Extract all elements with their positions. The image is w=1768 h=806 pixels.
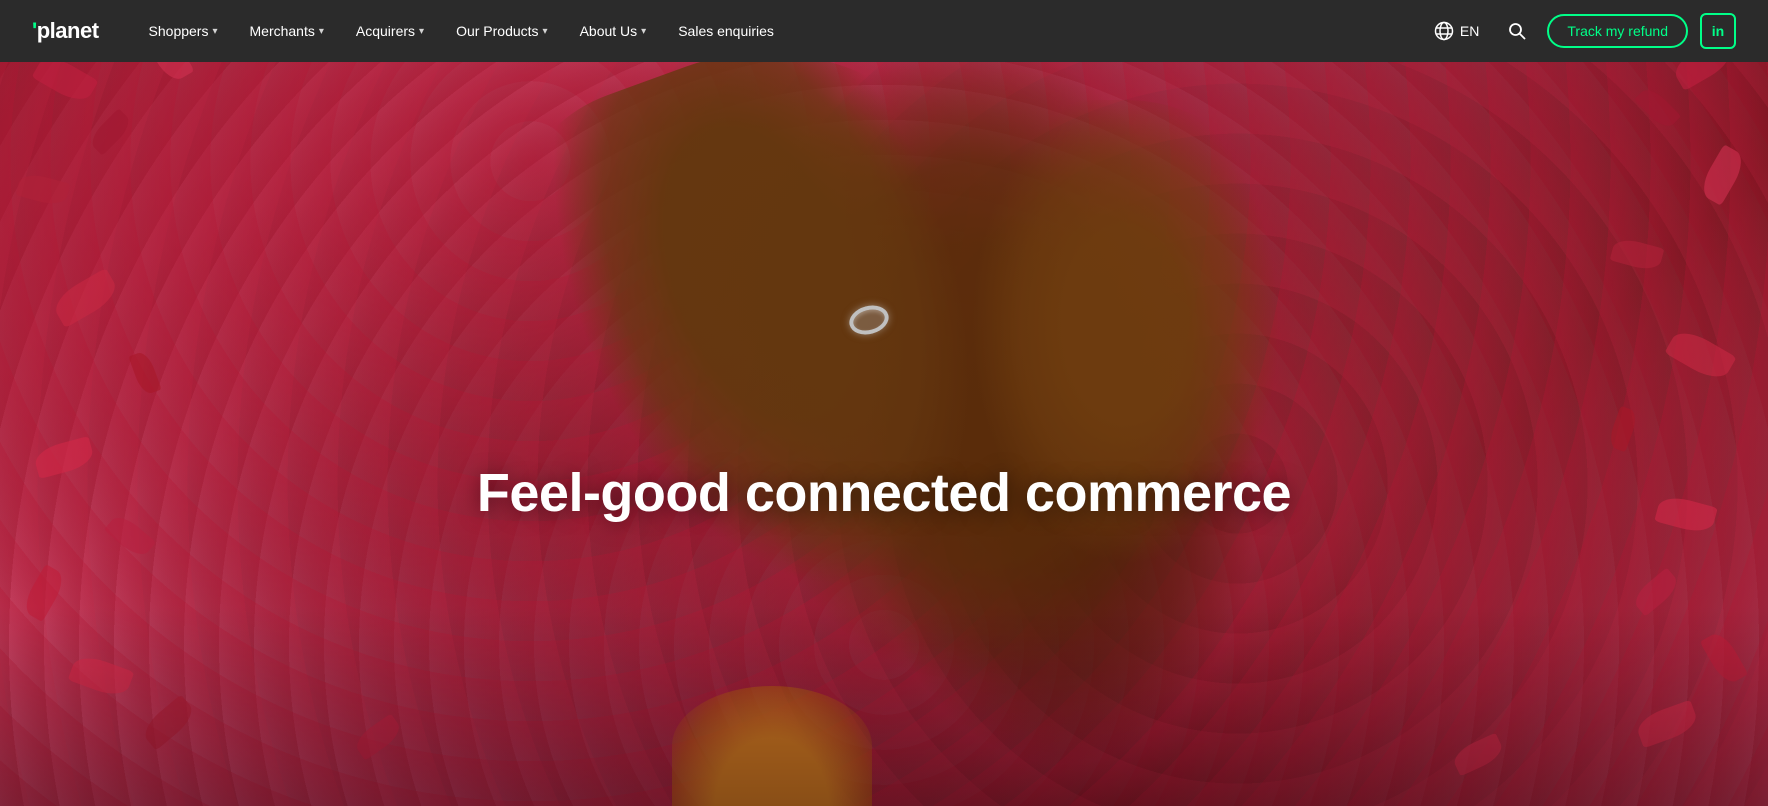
hero-headline: Feel-good connected commerce: [477, 462, 1291, 524]
linkedin-button[interactable]: in: [1700, 13, 1736, 49]
hero-background: [0, 0, 1768, 806]
hero-face: [926, 100, 1326, 600]
nav-item-merchants[interactable]: Merchants ▾: [236, 15, 338, 47]
hero-bottom-gradient: [0, 606, 1768, 806]
chevron-down-icon: ▾: [419, 26, 424, 37]
nav-item-sales-enquiries[interactable]: Sales enquiries: [664, 15, 788, 47]
nav-item-our-products[interactable]: Our Products ▾: [442, 15, 562, 47]
globe-icon: [1434, 21, 1454, 41]
linkedin-icon: in: [1712, 23, 1724, 39]
search-icon: [1507, 21, 1527, 41]
hero-text-container: Feel-good connected commerce: [477, 462, 1291, 524]
nav-item-acquirers[interactable]: Acquirers ▾: [342, 15, 438, 47]
nav-right: EN Track my refund in: [1426, 13, 1736, 49]
nav-item-shoppers[interactable]: Shoppers ▾: [135, 15, 232, 47]
track-refund-button[interactable]: Track my refund: [1547, 14, 1688, 48]
brand-logo[interactable]: 'planet: [32, 18, 99, 44]
hero-section: Feel-good connected commerce: [0, 0, 1768, 806]
nav-links: Shoppers ▾ Merchants ▾ Acquirers ▾ Our P…: [135, 15, 1426, 47]
nav-item-about-us[interactable]: About Us ▾: [566, 15, 661, 47]
brand-name: planet: [37, 18, 99, 43]
language-selector[interactable]: EN: [1426, 17, 1487, 45]
navbar: 'planet Shoppers ▾ Merchants ▾ Acquirers…: [0, 0, 1768, 62]
chevron-down-icon: ▾: [641, 26, 646, 37]
language-code: EN: [1460, 23, 1479, 39]
chevron-down-icon: ▾: [212, 26, 217, 37]
chevron-down-icon: ▾: [543, 26, 548, 37]
chevron-down-icon: ▾: [319, 26, 324, 37]
search-button[interactable]: [1499, 17, 1535, 45]
